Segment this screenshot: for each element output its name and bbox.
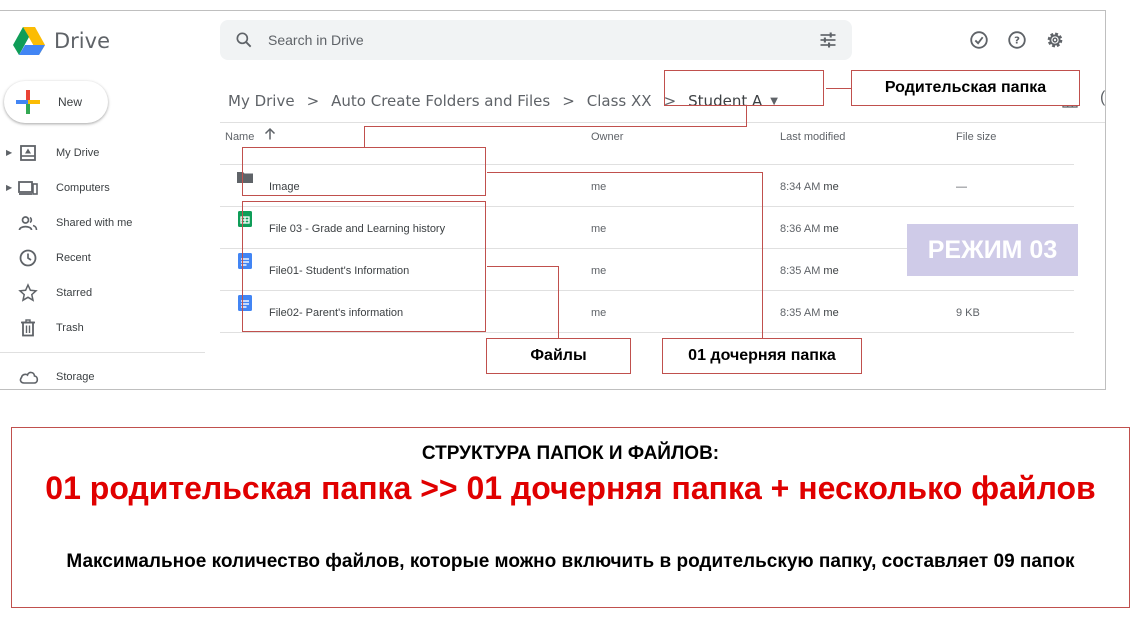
modified-by: me [823, 181, 839, 193]
sidebar: ▶ My Drive ▶ Computers Shared with me Re… [0, 135, 205, 345]
sidebar-item-label: Computers [56, 181, 110, 194]
annotation-label-files: Файлы [486, 338, 631, 374]
sidebar-item-trash[interactable]: Trash [0, 310, 205, 345]
breadcrumb-separator-icon: > [562, 92, 575, 110]
my-drive-icon [20, 144, 36, 161]
annotation-connector [487, 266, 559, 267]
sidebar-item-computers[interactable]: ▶ Computers [0, 170, 205, 205]
annotation-connector [762, 172, 763, 342]
annotation-box-student-a [664, 70, 824, 106]
computers-icon [18, 180, 38, 195]
annotation-connector [487, 172, 762, 173]
caption-title: СТРУКТУРА ПАПОК И ФАЙЛОВ: [421, 443, 720, 464]
sidebar-item-my-drive[interactable]: ▶ My Drive [0, 135, 205, 170]
sidebar-divider [0, 352, 205, 353]
drive-window: Drive Search in Drive ? New ▶ My Drive ▶… [0, 10, 1106, 390]
annotation-label-child-folder: 01 дочерняя папка [662, 338, 862, 374]
svg-text:?: ? [1014, 36, 1020, 47]
breadcrumb-separator-icon: > [306, 92, 320, 110]
star-icon [18, 282, 38, 302]
sidebar-item-label: Recent [56, 251, 91, 264]
sidebar-item-label: Trash [56, 321, 84, 334]
breadcrumb-item[interactable]: Class XX [587, 92, 652, 110]
modified-by: me [823, 307, 839, 319]
breadcrumb-item[interactable]: Auto Create Folders and Files [331, 92, 550, 110]
file-modified: 8:36 AM me [780, 223, 839, 235]
settings-gear-icon[interactable] [1044, 29, 1066, 51]
sidebar-item-label: My Drive [56, 146, 100, 159]
annotation-box-files [242, 201, 486, 332]
structure-caption: СТРУКТУРА ПАПОК И ФАЙЛОВ: 01 родительска… [11, 427, 1130, 608]
annotation-box-child-folder [242, 147, 486, 196]
mode-badge: РЕЖИМ 03 [907, 224, 1078, 276]
caption-note: Максимальное количество файлов, которые … [66, 551, 1075, 572]
shared-people-icon [18, 215, 38, 230]
sidebar-item-recent[interactable]: Recent [0, 240, 205, 275]
breadcrumb-item[interactable]: My Drive [228, 92, 295, 110]
file-size: 9 KB [956, 307, 980, 319]
annotation-connector [746, 106, 747, 126]
file-modified: 8:35 AM me [780, 307, 839, 319]
row-divider [220, 332, 1074, 333]
file-modified: 8:35 AM me [780, 265, 839, 277]
column-header-size: File size [956, 131, 997, 143]
sidebar-item-label: Storage [56, 371, 95, 383]
help-icon[interactable]: ? [1006, 29, 1028, 51]
file-owner: me [591, 223, 607, 235]
search-input[interactable]: Search in Drive [268, 32, 364, 48]
annotation-connector [558, 266, 559, 342]
drive-logo-icon [13, 27, 45, 55]
modified-time: 8:34 AM [780, 181, 821, 193]
header-divider [220, 122, 1105, 123]
file-modified: 8:34 AM me [780, 181, 839, 193]
trash-icon [21, 318, 35, 336]
drive-logo[interactable]: Drive [12, 25, 122, 57]
annotation-label-parent-folder: Родительская папка [851, 70, 1080, 106]
header-actions: ? [968, 29, 1066, 51]
sidebar-item-shared-with-me[interactable]: Shared with me [0, 205, 205, 240]
file-owner: me [591, 265, 607, 277]
expand-caret-icon[interactable]: ▶ [6, 183, 12, 192]
sidebar-item-storage[interactable]: Storage [0, 366, 205, 388]
sort-up-arrow-icon[interactable] [263, 127, 277, 141]
annotation-connector [826, 88, 851, 89]
modified-time: 8:35 AM [780, 307, 821, 319]
new-button[interactable]: New [4, 81, 108, 123]
clock-icon [19, 249, 37, 266]
annotation-connector [364, 126, 747, 127]
modified-by: me [823, 223, 839, 235]
column-header-owner: Owner [591, 131, 624, 143]
annotation-connector [364, 126, 365, 147]
new-button-label: New [58, 95, 83, 109]
modified-time: 8:35 AM [780, 265, 821, 277]
sidebar-item-label: Shared with me [56, 216, 133, 229]
info-icon[interactable]: ( [1100, 89, 1105, 107]
sidebar-item-starred[interactable]: Starred [0, 275, 205, 310]
sidebar-item-label: Starred [56, 286, 93, 299]
logo-text: Drive [54, 29, 110, 53]
file-owner: me [591, 307, 607, 319]
modified-by: me [823, 265, 839, 277]
column-header-name[interactable]: Name [225, 131, 254, 143]
search-bar[interactable]: Search in Drive [220, 20, 852, 60]
modified-time: 8:36 AM [780, 223, 821, 235]
cloud-icon [19, 371, 39, 384]
search-options-icon[interactable] [818, 30, 838, 50]
file-size: — [956, 181, 967, 193]
column-header-modified[interactable]: Last modified [780, 131, 845, 143]
offline-status-icon[interactable] [968, 29, 990, 51]
caption-main: 01 родительская папка >> 01 дочерняя пап… [45, 470, 1096, 506]
search-icon[interactable] [234, 30, 254, 50]
plus-icon [16, 90, 40, 114]
file-owner: me [591, 181, 607, 193]
expand-caret-icon[interactable]: ▶ [6, 148, 12, 157]
